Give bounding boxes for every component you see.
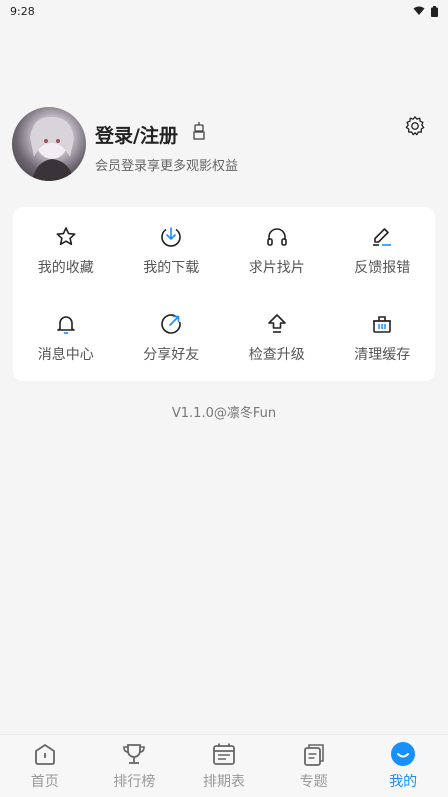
- trophy-icon: [123, 744, 146, 764]
- grid-item-upgrade[interactable]: 检查升级: [224, 294, 330, 381]
- grid-item-label: 清理缓存: [354, 346, 411, 363]
- tab-topics[interactable]: 专题: [269, 735, 359, 797]
- version-text: V1.1.0@凛冬Fun: [171, 406, 277, 421]
- bottom-tab-bar: 首页 排行榜 排期表 专题 我的: [0, 734, 448, 797]
- status-icons: [413, 5, 438, 17]
- grid-item-request[interactable]: 求片找片: [224, 207, 330, 294]
- grid-item-label: 我的下载: [143, 259, 200, 276]
- download-icon: [161, 226, 182, 247]
- grid-item-downloads[interactable]: 我的下载: [119, 207, 225, 294]
- tab-me[interactable]: 我的: [358, 735, 448, 797]
- tab-ranking[interactable]: 排行榜: [90, 735, 180, 797]
- status-bar: 9:28: [0, 0, 448, 22]
- login-subtitle: 会员登录享更多观影权益: [95, 159, 239, 174]
- robot-icon: [193, 122, 205, 140]
- me-icon: [391, 742, 416, 766]
- grid-item-label: 检查升级: [248, 346, 305, 363]
- grid-item-favorites[interactable]: 我的收藏: [13, 207, 119, 294]
- calendar-icon: [213, 743, 235, 765]
- edit-icon: [373, 227, 392, 246]
- share-icon: [161, 313, 182, 334]
- grid-item-label: 分享好友: [143, 346, 200, 363]
- upgrade-icon: [267, 313, 286, 333]
- tab-label: 排期表: [202, 774, 245, 790]
- grid-item-share[interactable]: 分享好友: [119, 294, 225, 381]
- wifi-icon: [413, 6, 425, 15]
- grid-item-label: 反馈报错: [354, 259, 411, 276]
- grid-item-label: 消息中心: [37, 346, 94, 363]
- tab-schedule[interactable]: 排期表: [179, 735, 269, 797]
- star-icon: [56, 226, 76, 245]
- tab-label: 排行榜: [113, 774, 156, 790]
- avatar-image: [30, 116, 74, 181]
- grid-item-label: 求片找片: [248, 259, 305, 276]
- home-icon: [34, 744, 55, 765]
- grid-item-label: 我的收藏: [37, 259, 94, 276]
- tab-label: 首页: [30, 774, 59, 790]
- tab-home[interactable]: 首页: [0, 735, 90, 797]
- tab-label: 专题: [299, 774, 328, 790]
- headphones-icon: [266, 227, 287, 246]
- grid-item-feedback[interactable]: 反馈报错: [330, 207, 436, 294]
- function-grid: 我的收藏 我的下载 求片找片 反馈报错 消息中心 分享好友 检查升级 清理缓存: [13, 207, 435, 381]
- bell-icon: [56, 315, 75, 334]
- grid-item-messages[interactable]: 消息中心: [13, 294, 119, 381]
- avatar[interactable]: [12, 107, 86, 181]
- login-register-title[interactable]: 登录/注册: [95, 121, 178, 148]
- battery-icon: [431, 5, 438, 17]
- tab-label: 我的: [389, 774, 418, 790]
- profile-header: 登录/注册 会员登录享更多观影权益: [12, 107, 436, 183]
- gear-icon[interactable]: [404, 115, 426, 137]
- topic-icon: [303, 744, 324, 766]
- grid-item-clear-cache[interactable]: 清理缓存: [330, 294, 436, 381]
- basket-icon: [373, 315, 392, 333]
- status-time: 9:28: [10, 4, 35, 18]
